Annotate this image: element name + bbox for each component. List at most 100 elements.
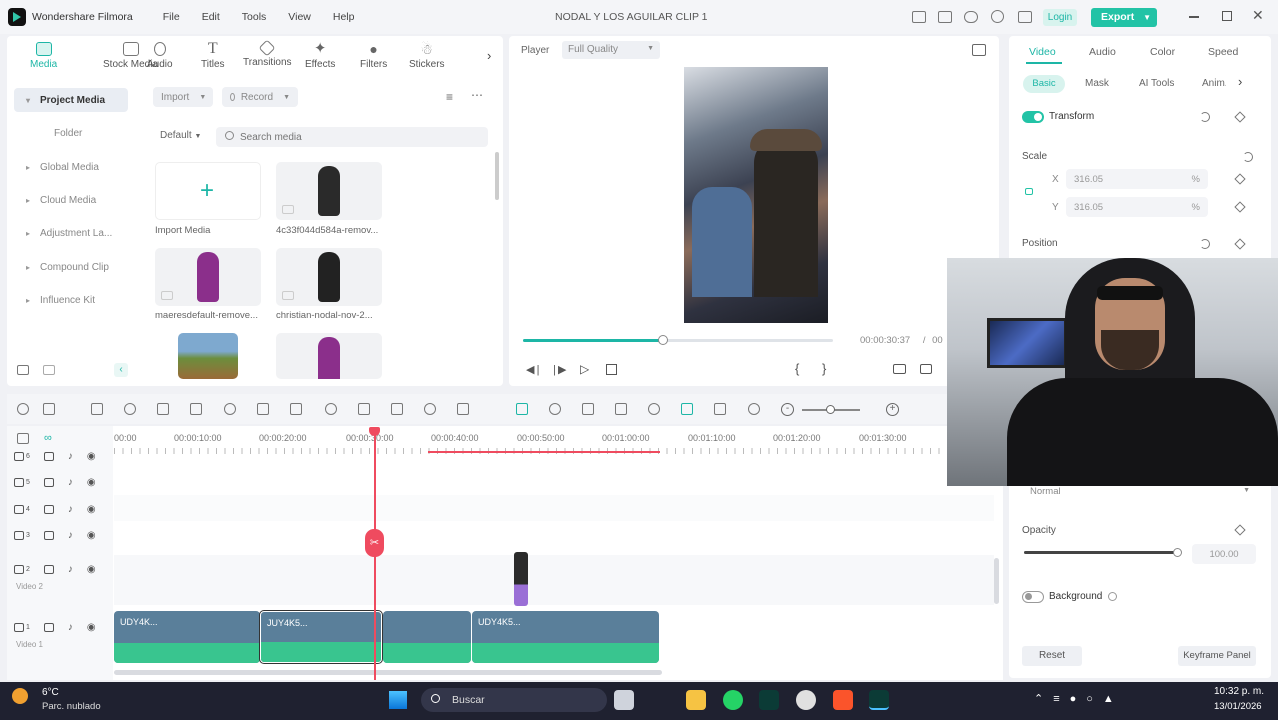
search-input[interactable] <box>240 129 480 145</box>
play-render-icon[interactable] <box>549 403 561 415</box>
shield-icon[interactable] <box>582 403 594 415</box>
video-clip[interactable]: UDY4K... <box>114 611 260 663</box>
menu-help[interactable]: Help <box>333 11 355 23</box>
cloud-icon[interactable] <box>964 11 978 23</box>
video-clip[interactable]: UDY4K5... <box>472 611 659 663</box>
lock-track-icon[interactable] <box>43 623 54 632</box>
mic-icon[interactable] <box>615 403 627 415</box>
split-screen-icon[interactable] <box>748 403 760 415</box>
scale-x-field[interactable]: 316.05% <box>1066 169 1208 189</box>
speaker-icon[interactable]: ♪ <box>68 504 73 515</box>
import-media-tile[interactable]: + <box>155 162 261 220</box>
monitor-icon[interactable] <box>912 11 926 23</box>
minimize-icon[interactable] <box>1189 16 1199 18</box>
subtab-ai-tools[interactable]: AI Tools <box>1139 78 1174 89</box>
marker-icon[interactable] <box>516 403 528 415</box>
ai-icon[interactable] <box>358 403 370 415</box>
sidebar-item-compound-clip[interactable]: ▸ Compound Clip <box>14 255 128 279</box>
chevron-right-icon[interactable]: › <box>487 48 491 63</box>
menu-edit[interactable]: Edit <box>202 11 220 23</box>
ai-tools-icon[interactable] <box>681 403 693 415</box>
next-frame-icon[interactable]: | ▶ <box>553 363 567 376</box>
tab-transitions[interactable]: Transitions <box>243 39 292 68</box>
keyframe-panel-button[interactable]: Keyframe Panel <box>1178 646 1256 666</box>
picture-in-picture-icon[interactable] <box>714 403 726 415</box>
lock-track-icon[interactable] <box>43 505 54 514</box>
sidebar-item-adjustment-layer[interactable]: ▸ Adjustment La... <box>14 221 128 245</box>
login-button[interactable]: Login <box>1043 9 1077 26</box>
subtab-mask[interactable]: Mask <box>1085 78 1109 89</box>
subtab-basic[interactable]: Basic <box>1023 75 1065 93</box>
tab-titles[interactable]: T Titles <box>201 41 225 71</box>
reset-icon[interactable] <box>1200 239 1210 249</box>
redo-icon[interactable] <box>124 403 136 415</box>
speaker-icon[interactable]: ♪ <box>68 451 73 462</box>
import-button[interactable]: Import ▼ <box>153 87 213 107</box>
whatsapp-icon[interactable] <box>723 690 743 710</box>
file-explorer-icon[interactable] <box>686 690 706 710</box>
layout-icon[interactable] <box>17 403 29 415</box>
background-toggle[interactable] <box>1022 591 1044 603</box>
eye-icon[interactable]: ◉ <box>87 530 96 541</box>
sidebar-item-folder[interactable]: Folder <box>14 121 128 145</box>
tab-audio-props[interactable]: Audio <box>1089 46 1116 58</box>
link-icon[interactable]: ∞ <box>44 432 52 444</box>
video-clip-selected[interactable]: JUY4K5... <box>259 610 383 664</box>
export-button[interactable]: Export ▼ <box>1091 8 1157 27</box>
delete-icon[interactable] <box>157 403 169 415</box>
eye-icon[interactable]: ◉ <box>87 451 96 462</box>
close-icon[interactable]: ✕ <box>1252 7 1264 24</box>
sidebar-item-influence-kit[interactable]: ▸ Influence Kit <box>14 288 128 312</box>
windows-start-icon[interactable] <box>389 691 407 709</box>
lock-track-icon[interactable] <box>43 452 54 461</box>
split-scissors-icon[interactable]: ✂ <box>365 529 384 557</box>
sidebar-item-global-media[interactable]: ▸ Global Media <box>14 155 128 179</box>
camera-icon[interactable] <box>920 364 932 374</box>
lock-track-icon[interactable] <box>43 531 54 540</box>
record-voice-icon[interactable] <box>648 403 660 415</box>
display-settings-icon[interactable] <box>893 364 906 374</box>
eye-icon[interactable]: ◉ <box>87 504 96 515</box>
select-tool-icon[interactable] <box>43 403 55 415</box>
mark-out-icon[interactable]: } <box>822 361 826 376</box>
more-options-icon[interactable]: ⋯ <box>471 88 484 102</box>
zoom-out-icon[interactable]: - <box>781 403 794 416</box>
media-thumbnail[interactable] <box>155 248 261 306</box>
subtab-animation[interactable]: Anim... <box>1202 78 1226 89</box>
new-folder-icon[interactable] <box>17 365 29 375</box>
tab-speed[interactable]: Speed <box>1208 46 1238 58</box>
speaker-icon[interactable]: ♪ <box>68 477 73 488</box>
speaker-icon[interactable]: ♪ <box>68 530 73 541</box>
snapshot-icon[interactable] <box>972 44 986 56</box>
add-track-icon[interactable] <box>17 433 29 444</box>
media-thumbnail[interactable] <box>276 333 382 379</box>
transform-toggle[interactable] <box>1022 111 1044 123</box>
timeline-v-scrollbar[interactable] <box>994 558 999 604</box>
prev-frame-icon[interactable]: ◀ | <box>526 363 540 376</box>
menu-file[interactable]: File <box>163 11 180 23</box>
reset-button[interactable]: Reset <box>1022 646 1082 666</box>
stop-icon[interactable] <box>606 364 617 375</box>
text-icon[interactable] <box>290 403 302 415</box>
eye-icon[interactable]: ◉ <box>87 564 96 575</box>
grid-apps-icon[interactable] <box>1018 11 1032 23</box>
speed-icon[interactable] <box>257 403 269 415</box>
reset-icon[interactable] <box>1243 152 1253 162</box>
mask-icon[interactable] <box>325 403 337 415</box>
support-icon[interactable] <box>991 10 1004 23</box>
opacity-slider-knob[interactable] <box>1173 548 1182 557</box>
speaker-icon[interactable]: ♪ <box>68 622 73 633</box>
zoom-in-icon[interactable]: + <box>886 403 899 416</box>
mark-in-icon[interactable]: { <box>795 361 799 376</box>
quality-dropdown[interactable]: Full Quality ▼ <box>562 41 660 59</box>
speaker-icon[interactable]: ♪ <box>68 564 73 575</box>
color-icon[interactable] <box>424 403 436 415</box>
opacity-field[interactable]: 100.00 <box>1192 544 1256 564</box>
tab-filters[interactable]: ● Filters <box>360 42 387 70</box>
brave-icon[interactable] <box>833 690 853 710</box>
reset-icon[interactable] <box>1200 112 1210 122</box>
video-preview[interactable] <box>684 67 828 323</box>
lock-track-icon[interactable] <box>43 478 54 487</box>
sidebar-item-cloud-media[interactable]: ▸ Cloud Media <box>14 188 128 212</box>
scale-y-field[interactable]: 316.05% <box>1066 197 1208 217</box>
